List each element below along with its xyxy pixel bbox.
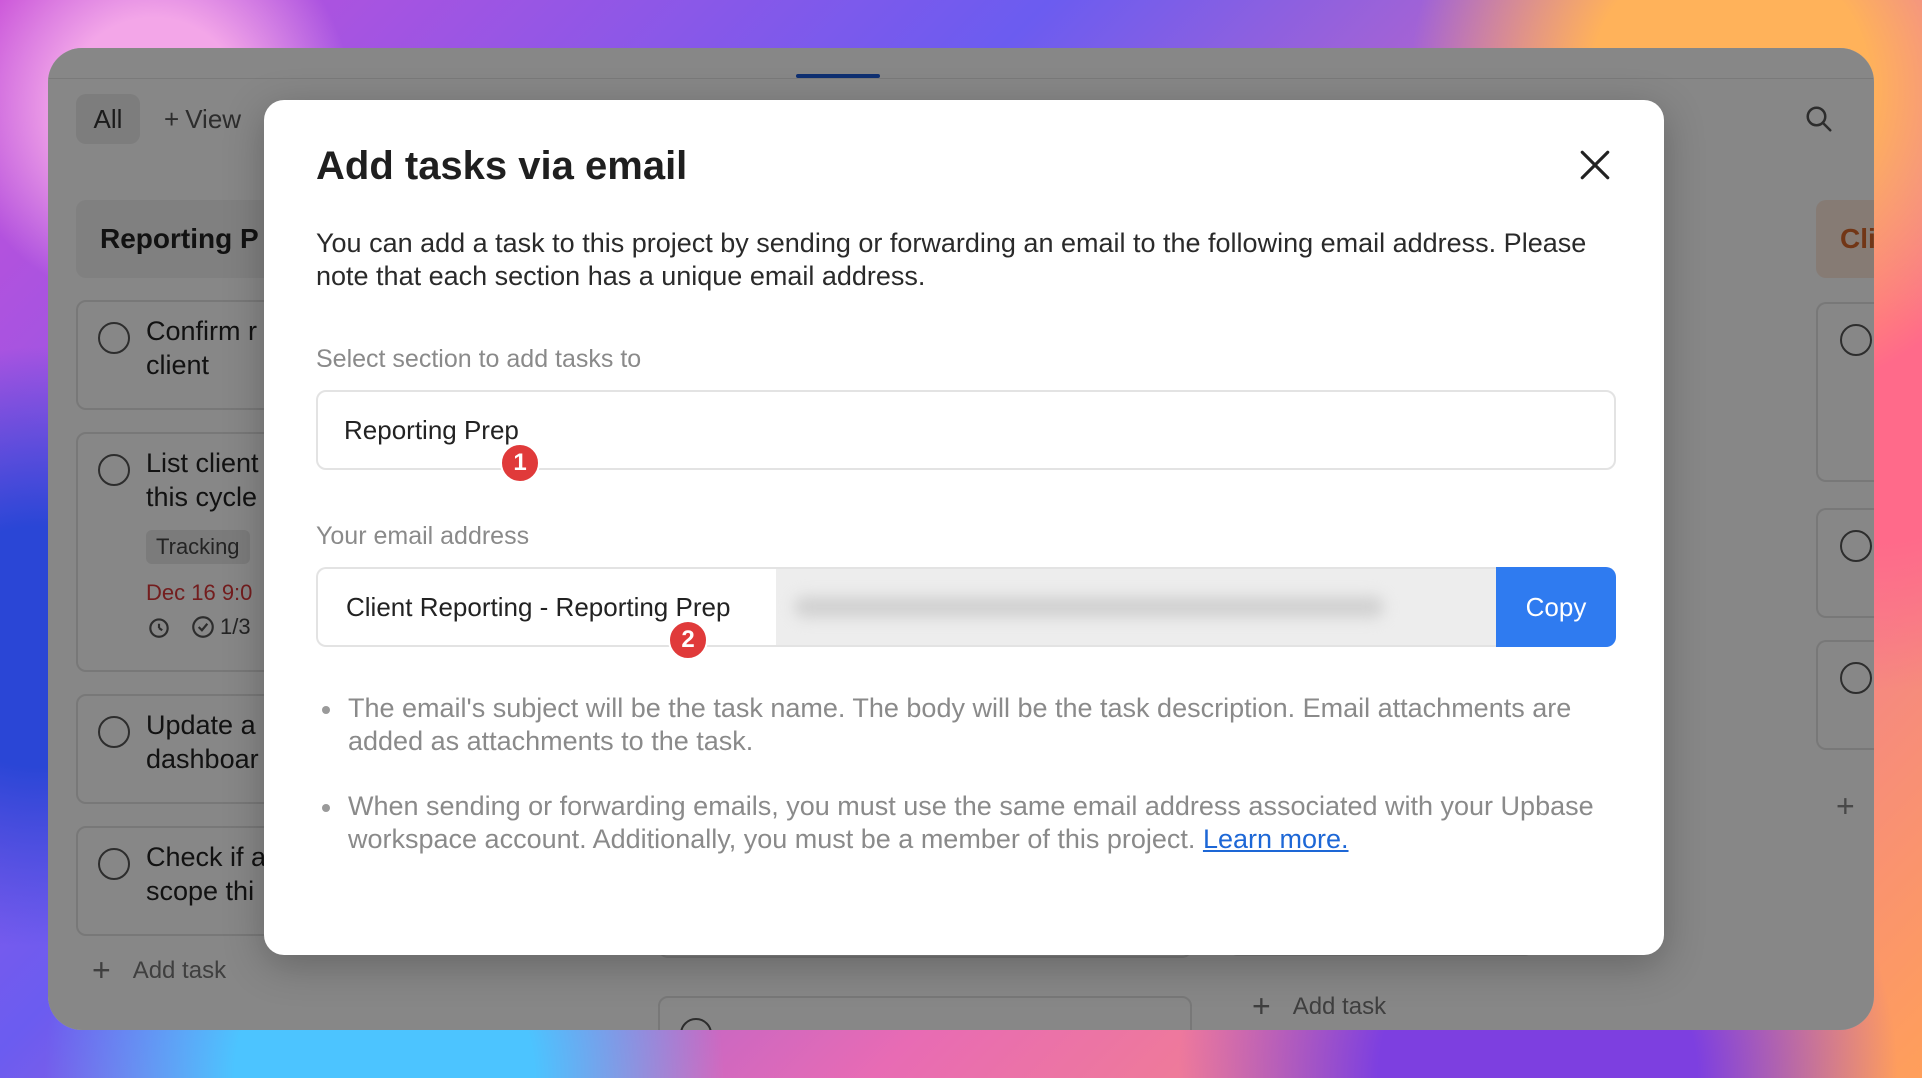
dialog-title: Add tasks via email: [316, 144, 688, 188]
add-tasks-via-email-dialog: Add tasks via email You can add a task t…: [264, 100, 1664, 955]
step-badge-2: 2: [668, 620, 708, 660]
close-icon[interactable]: [1578, 148, 1612, 182]
learn-more-link[interactable]: Learn more.: [1203, 824, 1349, 854]
copy-button[interactable]: Copy: [1496, 567, 1616, 647]
note-item: The email's subject will be the task nam…: [316, 692, 1636, 758]
blurred-email: [794, 596, 1384, 618]
section-select-value: Reporting Prep: [344, 414, 519, 445]
dialog-description: You can add a task to this project by se…: [316, 228, 1587, 291]
email-address-label: Your email address: [316, 522, 530, 550]
section-select-label: Select section to add tasks to: [316, 345, 642, 373]
instruction-notes: The email's subject will be the task nam…: [316, 692, 1636, 888]
email-address-field: Client Reporting - Reporting Prep Copy: [316, 567, 1616, 647]
step-badge-1: 1: [500, 443, 540, 483]
note-item: When sending or forwarding emails, you m…: [316, 790, 1636, 856]
email-address-value[interactable]: [776, 567, 1496, 647]
